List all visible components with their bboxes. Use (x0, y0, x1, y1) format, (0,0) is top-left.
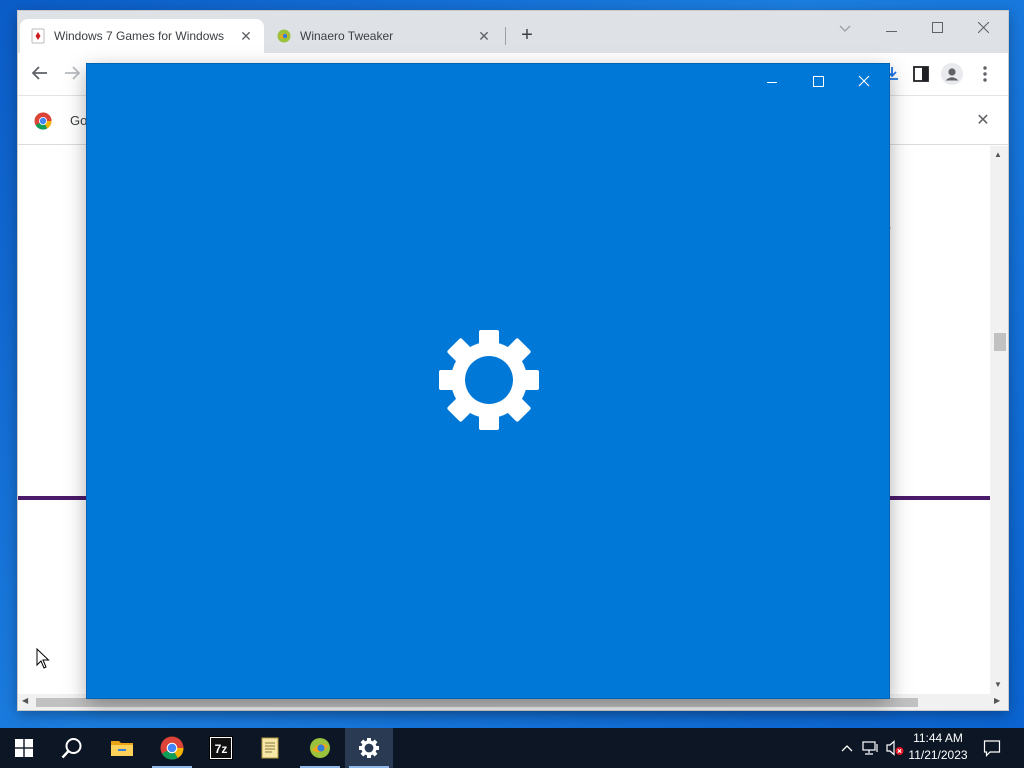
clock-date: 11/21/2023 (908, 748, 968, 762)
chrome-taskbar-button[interactable] (148, 728, 196, 768)
close-window-button[interactable] (841, 68, 887, 96)
forward-button[interactable] (59, 61, 85, 87)
games-favicon-icon (31, 28, 45, 44)
7zip-icon: 7z (209, 736, 233, 760)
scroll-left-arrow-icon[interactable]: ◀ (22, 696, 28, 705)
notepad-button[interactable] (246, 728, 294, 768)
back-button[interactable] (27, 61, 53, 87)
taskbar: 7z 11:44 AM 11/21/2023 (0, 728, 1024, 768)
winaero-tweaker-button[interactable] (296, 728, 344, 768)
search-button[interactable] (48, 728, 96, 768)
clock-time: 11:44 AM (913, 731, 963, 745)
settings-taskbar-button[interactable] (345, 728, 393, 768)
windows-logo-icon (15, 739, 33, 757)
tab-strip: Windows 7 Games for Windows ✕ Winaero Tw… (18, 11, 1008, 53)
tab-winaero-tweaker[interactable]: Winaero Tweaker ✕ (266, 19, 502, 53)
start-button[interactable] (0, 728, 48, 768)
profile-avatar-icon[interactable] (940, 62, 964, 86)
close-tab-icon[interactable]: ✕ (238, 28, 254, 45)
scroll-thumb[interactable] (994, 333, 1006, 351)
maximize-button[interactable] (914, 15, 960, 41)
7zip-button[interactable]: 7z (197, 728, 245, 768)
chrome-icon (160, 736, 184, 760)
tab-separator (505, 27, 506, 45)
tab-search-chevron-icon[interactable] (822, 15, 868, 41)
scroll-right-arrow-icon[interactable]: ▶ (994, 696, 1000, 705)
action-center-icon[interactable] (980, 728, 1004, 768)
chrome-logo-icon (34, 112, 52, 130)
tab-title: Windows 7 Games for Windows (54, 29, 225, 43)
file-explorer-button[interactable] (98, 728, 146, 768)
svg-text:7z: 7z (215, 742, 228, 756)
folder-icon (111, 741, 133, 756)
close-window-button[interactable] (960, 15, 1006, 41)
mouse-cursor-icon (36, 648, 50, 669)
scroll-up-arrow-icon[interactable]: ▲ (994, 150, 1002, 159)
search-icon (61, 738, 82, 759)
vertical-scrollbar[interactable]: ▲ ▼ (990, 146, 1008, 694)
settings-splash-window (87, 64, 889, 698)
notepad-icon (261, 737, 279, 759)
winaero-favicon-icon (277, 29, 291, 43)
maximize-button[interactable] (795, 68, 841, 96)
volume-muted-icon[interactable] (884, 728, 906, 768)
scroll-down-arrow-icon[interactable]: ▼ (994, 680, 1002, 689)
infobar-close-icon[interactable]: ✕ (973, 110, 993, 130)
new-tab-button[interactable]: + (515, 24, 539, 48)
network-icon[interactable] (860, 728, 882, 768)
show-hidden-icons-chevron-icon[interactable] (838, 728, 856, 768)
scroll-thumb[interactable] (36, 698, 918, 707)
minimize-button[interactable] (868, 15, 914, 41)
winaero-tweaker-icon (310, 738, 330, 758)
tab-windows-7-games[interactable]: Windows 7 Games for Windows ✕ (20, 19, 264, 53)
tab-title: Winaero Tweaker (300, 29, 394, 43)
side-panel-icon[interactable] (909, 62, 933, 86)
gear-icon (439, 330, 539, 430)
close-tab-icon[interactable]: ✕ (476, 28, 492, 45)
clock[interactable]: 11:44 AM 11/21/2023 (904, 730, 972, 764)
gear-icon (359, 738, 379, 758)
desktop: Windows 7 Games for Windows ✕ Winaero Tw… (0, 0, 1024, 728)
more-menu-icon[interactable] (973, 62, 997, 86)
minimize-button[interactable] (749, 68, 795, 96)
